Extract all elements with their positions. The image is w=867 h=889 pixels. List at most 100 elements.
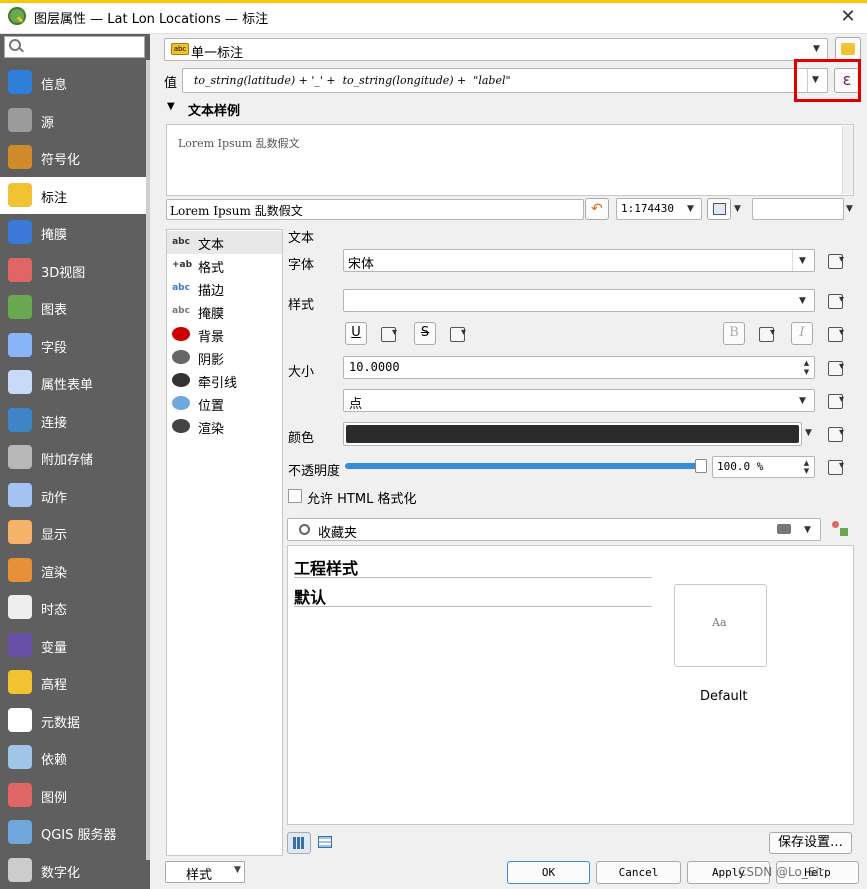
sidebar-item[interactable]: 图表 [0,289,146,326]
sidebar-item[interactable]: 高程 [0,664,146,701]
size-spinbox[interactable]: 10.0000 ▲ ▼ [343,356,815,379]
sidebar-scrollbar[interactable] [146,60,150,860]
mask-icon [8,220,32,244]
sidebar-item[interactable]: 元数据 [0,702,146,739]
subtab-item[interactable]: abc 描边 [167,277,282,300]
sidebar-item[interactable]: 掩膜 [0,214,146,251]
strikethrough-button[interactable]: S [414,322,436,345]
subtab-item[interactable]: 渲染 [167,415,282,438]
scale-from-canvas-button[interactable] [707,198,731,220]
sidebar-item[interactable]: 字段 [0,327,146,364]
sidebar-item[interactable]: 信息 [0,64,146,101]
opacity-label: 不透明度 [288,464,341,479]
data-defined-override-icon[interactable] [447,324,469,344]
spin-down-icon[interactable]: ▼ [800,368,813,376]
sidebar-item[interactable]: 符号化 [0,139,146,176]
style-group-project[interactable]: 工程样式 [294,555,358,579]
subtab-item[interactable]: 牵引线 [167,369,282,392]
style-menu-button[interactable]: 样式 ▼ [165,861,245,883]
spin-up-icon[interactable]: ▲ [800,459,813,467]
digitizing-icon [8,857,32,882]
chevron-down-icon[interactable]: ▼ [804,525,811,535]
chevron-down-icon[interactable]: ▼ [846,204,853,214]
ok-button[interactable]: OK [507,861,590,884]
bold-button[interactable]: B [723,322,745,345]
sidebar-item[interactable]: 图例 [0,777,146,814]
legend-icon [8,782,32,807]
data-defined-override-icon[interactable] [378,324,400,344]
data-defined-override-icon[interactable] [825,358,847,378]
subtab-item[interactable]: abc 掩膜 [167,300,282,323]
fields-icon [8,332,32,357]
subtab-label: 渲染 [198,422,225,437]
sample-text-input[interactable]: Lorem Ipsum 乱数假文 [166,199,584,220]
sidebar-item[interactable]: 变量 [0,627,146,664]
scale-value: 1:174430 [621,202,674,215]
labeling-mode-dropdown[interactable]: abc 单一标注 ▼ [164,38,828,61]
elevation-icon [8,670,32,694]
clear-icon[interactable] [777,524,791,534]
sidebar-item[interactable]: 标注 [0,176,146,214]
size-unit-combobox[interactable]: 点 ▼ [343,389,815,412]
close-icon[interactable]: ✕ [836,5,860,29]
subtab-item[interactable]: +ab 格式 [167,254,282,277]
font-value: 宋体 [348,257,375,272]
preview-scrollbar[interactable] [842,126,853,194]
sidebar-item[interactable]: 源 [0,102,146,139]
chevron-down-icon[interactable]: ▼ [805,428,812,438]
spin-down-icon[interactable]: ▼ [800,467,813,475]
sidebar-item[interactable]: 属性表单 [0,364,146,401]
subtab-item[interactable]: 位置 [167,392,282,415]
data-defined-override-icon[interactable] [825,424,847,444]
sidebar-item[interactable]: 动作 [0,477,146,514]
metadata-icon [8,707,32,732]
opacity-slider-handle[interactable] [695,459,707,473]
data-defined-override-icon[interactable] [756,324,778,344]
italic-button[interactable]: I [791,322,813,345]
diagrams-icon [8,295,32,319]
save-settings-button[interactable]: 保存设置… [769,832,852,854]
style-group-default[interactable]: 默认 [294,584,326,608]
sidebar-item[interactable]: 连接 [0,402,146,439]
symbol-preview[interactable]: Aa [674,584,767,667]
search-icon [9,39,21,51]
opacity-slider[interactable] [345,459,707,473]
list-view-icon[interactable] [318,836,332,848]
data-defined-override-icon[interactable] [825,251,847,271]
data-defined-override-icon[interactable] [825,291,847,311]
sidebar-search-input[interactable] [4,36,145,58]
chevron-down-icon[interactable]: ▼ [734,204,741,214]
cancel-button[interactable]: Cancel [596,861,681,884]
sidebar-item[interactable]: 数字化 [0,852,146,889]
sidebar-item-label: 高程 [41,678,68,693]
underline-button[interactable]: U [345,322,367,345]
sidebar-item[interactable]: 时态 [0,589,146,626]
font-combobox[interactable]: 宋体 ▼ [343,249,815,272]
scale-combobox[interactable]: 1:174430 ▼ [616,198,702,220]
sidebar-item[interactable]: 附加存储 [0,439,146,476]
expression-field[interactable]: to_string(latitude) + '_' + to_string(lo… [182,68,828,93]
font-style-combobox[interactable]: ▼ [343,289,815,312]
background-color-button[interactable] [752,198,844,220]
sidebar-item[interactable]: 显示 [0,514,146,551]
sidebar-item[interactable]: 3D视图 [0,252,146,289]
data-defined-override-icon[interactable] [825,391,847,411]
opacity-spinbox[interactable]: 100.0 % ▲ ▼ [712,456,815,478]
data-defined-override-icon[interactable] [825,324,847,344]
subtab-item[interactable]: 背景 [167,323,282,346]
icon-view-button[interactable] [287,832,311,854]
data-defined-override-icon[interactable] [825,457,847,477]
subtab-item[interactable]: abc 文本 [167,231,282,254]
sidebar-item[interactable]: 渲染 [0,552,146,589]
spin-up-icon[interactable]: ▲ [800,359,813,367]
reset-sample-button[interactable]: ↶ [585,198,609,220]
sidebar-item[interactable]: QGIS 服务器 [0,814,146,851]
sidebar-item[interactable]: 依赖 [0,739,146,776]
collapse-arrow-icon[interactable]: ▼ [167,101,175,112]
style-list: 工程样式 默认 [287,545,854,825]
html-formatting-checkbox[interactable] [288,489,302,503]
style-manager-icon[interactable] [832,521,850,538]
color-button[interactable] [343,422,802,446]
favorites-search-input[interactable]: 收藏夹 ▼ [287,518,821,541]
subtab-item[interactable]: 阴影 [167,346,282,369]
